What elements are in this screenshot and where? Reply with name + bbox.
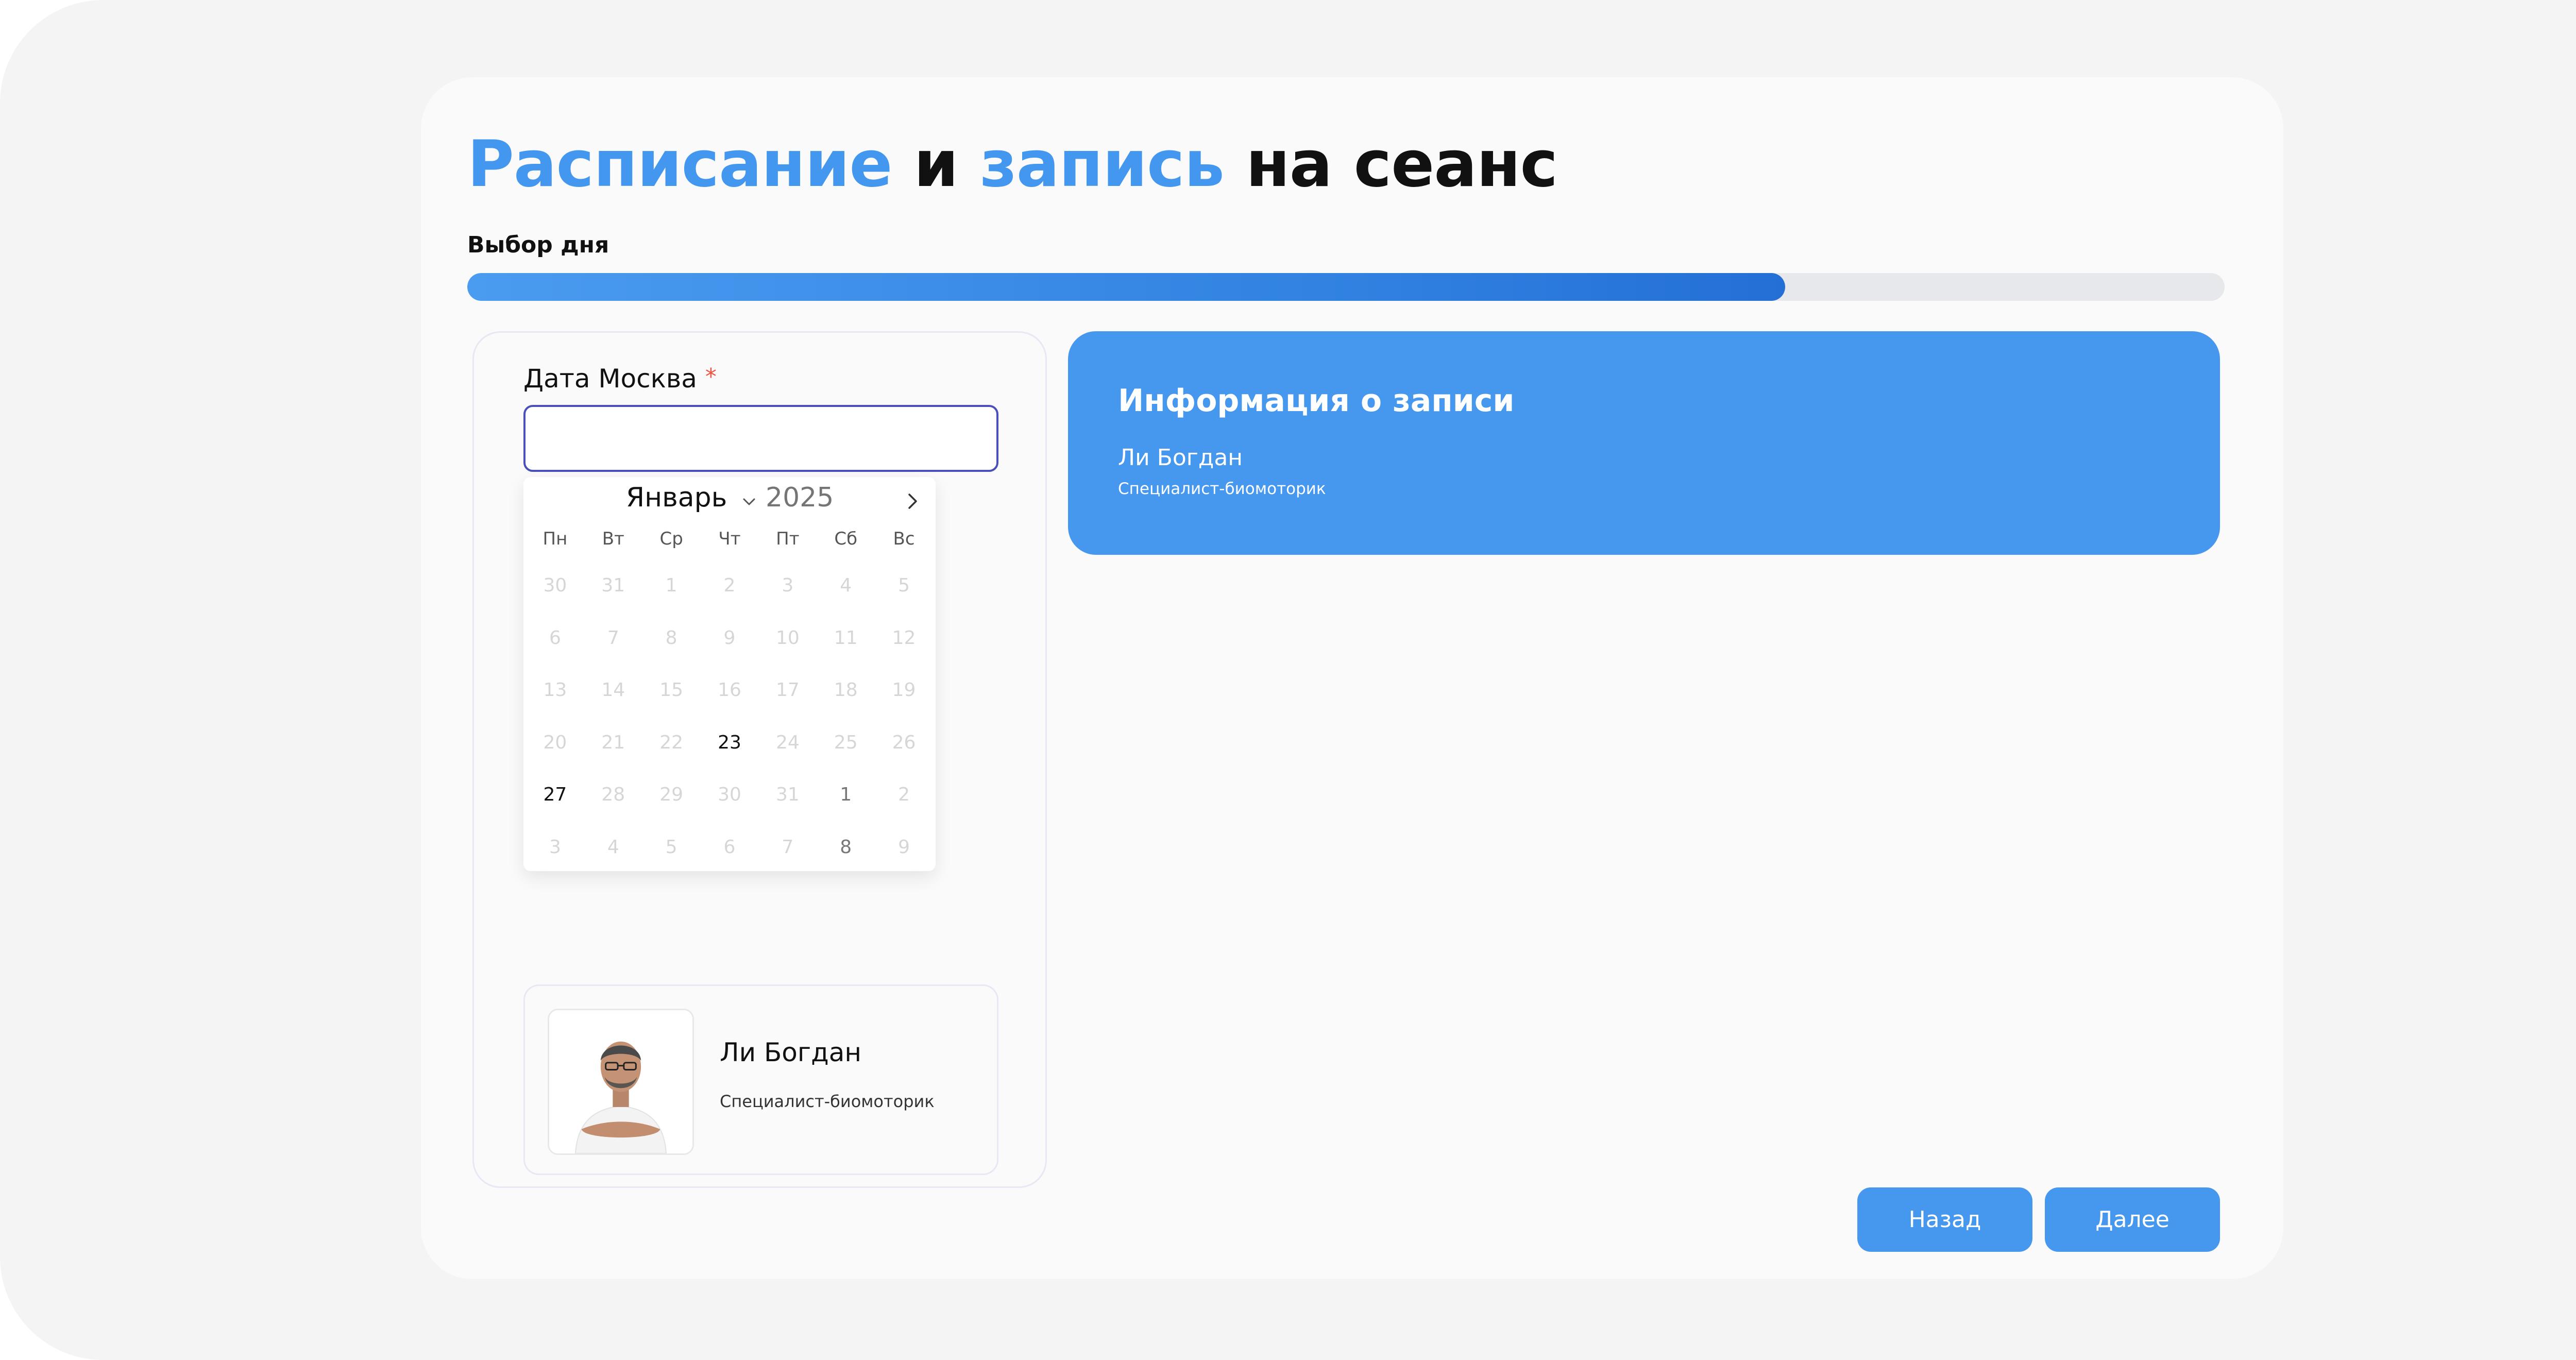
calendar-day: 6 bbox=[549, 627, 561, 649]
calendar-day: 19 bbox=[892, 679, 916, 701]
calendar-day: 11 bbox=[834, 627, 858, 649]
date-field-label-text: Дата Москва bbox=[523, 364, 697, 394]
calendar-day: 31 bbox=[601, 575, 625, 596]
calendar-day: 9 bbox=[898, 836, 910, 858]
calendar-day: 5 bbox=[898, 575, 910, 596]
calendar-weekday: Пт bbox=[776, 529, 800, 549]
calendar-day: 24 bbox=[775, 732, 800, 753]
calendar-day: 21 bbox=[601, 732, 625, 753]
booking-info-panel: Информация о записи Ли Богдан Специалист… bbox=[1068, 331, 2220, 555]
calendar-weekday: Чт bbox=[718, 529, 741, 549]
calendar-day: 9 bbox=[723, 627, 736, 649]
calendar-day: 26 bbox=[892, 732, 916, 753]
title-word-and: и bbox=[913, 127, 959, 201]
booking-info-specialist-role: Специалист-биомоторик bbox=[1118, 480, 1326, 498]
calendar-month-select[interactable]: Январь bbox=[626, 482, 727, 513]
calendar-weekday: Вт bbox=[602, 529, 624, 549]
page-title: Расписание и запись на сеанс bbox=[467, 126, 1558, 203]
calendar-weekday: Пн bbox=[543, 529, 568, 549]
calendar-day: 18 bbox=[834, 679, 858, 701]
specialist-card[interactable]: Ли Богдан Специалист-биомоторик bbox=[523, 984, 998, 1175]
calendar-day: 5 bbox=[665, 836, 677, 858]
calendar-day: 7 bbox=[607, 627, 619, 649]
calendar-day: 14 bbox=[601, 679, 625, 701]
specialist-role: Специалист-биомоторик bbox=[720, 1092, 935, 1111]
booking-card: Расписание и запись на сеанс Выбор дня Д… bbox=[421, 77, 2283, 1279]
calendar-day[interactable]: 27 bbox=[526, 769, 584, 821]
chevron-right-icon[interactable] bbox=[900, 488, 925, 514]
booking-info-title: Информация о записи bbox=[1118, 383, 1515, 419]
specialist-name: Ли Богдан bbox=[720, 1038, 862, 1067]
date-field-label: Дата Москва * bbox=[523, 364, 717, 394]
title-word-schedule: Расписание bbox=[467, 127, 892, 201]
calendar-day: 13 bbox=[543, 679, 567, 701]
progress-bar bbox=[467, 273, 2225, 301]
specialist-avatar bbox=[548, 1009, 694, 1155]
calendar-day: 17 bbox=[775, 679, 800, 701]
calendar-day: 7 bbox=[782, 836, 794, 858]
title-word-session: на сеанс bbox=[1246, 127, 1558, 201]
calendar-day: 4 bbox=[840, 575, 852, 596]
calendar-day: 16 bbox=[718, 679, 741, 701]
calendar-weekday: Сб bbox=[834, 529, 858, 549]
date-selection-panel: Дата Москва * Январь 2025 Пн Вт Ср Чт Пт Сб Вс … bbox=[472, 331, 1047, 1188]
calendar-day: 20 bbox=[543, 732, 567, 753]
calendar-day: 1 bbox=[665, 575, 677, 596]
app-frame: Расписание и запись на сеанс Выбор дня Д… bbox=[0, 0, 2576, 1360]
calendar-days-grid: 30 31 1 2 3 4 5 6 7 8 9 10 11 12 13 14 15 16 17 18 19 20 21 22 2… bbox=[523, 559, 936, 873]
calendar-day: 8 bbox=[665, 627, 677, 649]
back-button[interactable]: Назад bbox=[1857, 1187, 2032, 1252]
calendar-day: 8 bbox=[840, 836, 852, 858]
calendar-day: 6 bbox=[723, 836, 736, 858]
step-label: Выбор дня bbox=[467, 232, 609, 258]
title-word-booking: запись bbox=[979, 127, 1225, 201]
calendar-day: 3 bbox=[782, 575, 794, 596]
chevron-down-icon[interactable] bbox=[739, 491, 759, 512]
progress-bar-fill bbox=[467, 273, 1786, 301]
calendar-day: 2 bbox=[723, 575, 736, 596]
calendar-day: 12 bbox=[892, 627, 916, 649]
date-input[interactable] bbox=[523, 405, 998, 472]
calendar-day: 15 bbox=[659, 679, 684, 701]
calendar-day: 10 bbox=[775, 627, 800, 649]
calendar-header: Январь 2025 bbox=[523, 477, 936, 523]
calendar-day: 31 bbox=[775, 784, 800, 805]
calendar-day: 1 bbox=[840, 784, 852, 805]
calendar-day: 28 bbox=[601, 784, 625, 805]
calendar-day: 30 bbox=[543, 575, 567, 596]
specialist-photo bbox=[549, 1010, 692, 1153]
date-picker-calendar: Январь 2025 Пн Вт Ср Чт Пт Сб Вс 30 31 1 2 3 4 5 6 7 8 9… bbox=[523, 477, 936, 871]
calendar-day: 2 bbox=[898, 784, 910, 805]
calendar-weekday: Вс bbox=[893, 529, 915, 549]
next-button[interactable]: Далее bbox=[2045, 1187, 2220, 1252]
calendar-day: 30 bbox=[718, 784, 741, 805]
booking-info-specialist-name: Ли Богдан bbox=[1118, 445, 1243, 471]
calendar-day[interactable]: 23 bbox=[701, 717, 759, 769]
calendar-day: 29 bbox=[659, 784, 684, 805]
calendar-weekday: Ср bbox=[659, 529, 683, 549]
calendar-day: 3 bbox=[549, 836, 561, 858]
calendar-year-input[interactable]: 2025 bbox=[766, 482, 834, 513]
calendar-day: 22 bbox=[659, 732, 684, 753]
calendar-day: 25 bbox=[834, 732, 858, 753]
required-marker: * bbox=[705, 364, 717, 390]
calendar-day: 4 bbox=[607, 836, 619, 858]
calendar-weekdays: Пн Вт Ср Чт Пт Сб Вс bbox=[523, 529, 936, 549]
